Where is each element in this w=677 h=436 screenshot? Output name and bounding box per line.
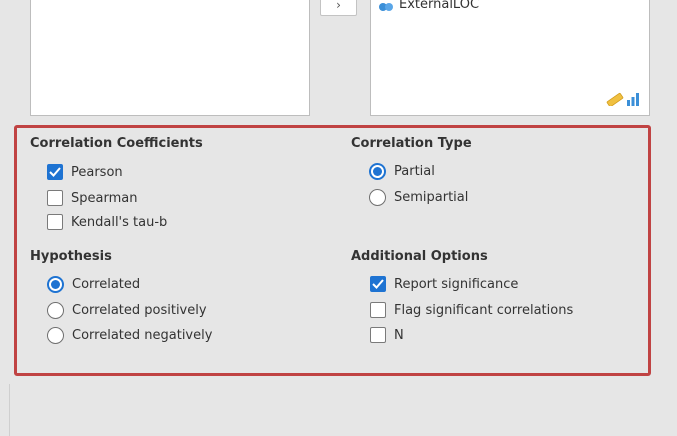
pearson-checkbox[interactable]: Pearson bbox=[47, 164, 123, 180]
checkbox-checked-icon bbox=[370, 276, 386, 292]
correlated-positively-radio[interactable]: Correlated positively bbox=[47, 302, 207, 319]
measure-type-badge bbox=[606, 92, 640, 110]
partial-radio[interactable]: Partial bbox=[369, 163, 435, 180]
kendall-checkbox[interactable]: Kendall's tau-b bbox=[47, 214, 167, 230]
spearman-checkbox[interactable]: Spearman bbox=[47, 190, 137, 206]
additional-options-heading: Additional Options bbox=[351, 249, 488, 264]
correlation-type-heading: Correlation Type bbox=[351, 136, 472, 151]
hypothesis-heading: Hypothesis bbox=[30, 249, 112, 264]
list-item[interactable]: ExternalLOC bbox=[378, 0, 480, 16]
flag-significant-label: Flag significant correlations bbox=[394, 302, 574, 318]
analysis-options-screen: › ExternalLOC Correlation Coefficients P… bbox=[0, 0, 677, 436]
bar-chart-icon bbox=[626, 92, 640, 110]
checkbox-empty-icon bbox=[370, 302, 386, 318]
kendall-label: Kendall's tau-b bbox=[71, 214, 168, 230]
n-checkbox[interactable]: N bbox=[370, 327, 404, 343]
correlated-negatively-radio[interactable]: Correlated negatively bbox=[47, 327, 212, 344]
n-label: N bbox=[394, 327, 404, 343]
continuous-variable-icon bbox=[378, 1, 394, 16]
ruler-icon bbox=[606, 92, 624, 110]
radio-selected-icon bbox=[369, 163, 386, 180]
move-arrow-icon: › bbox=[336, 0, 341, 12]
checkbox-empty-icon bbox=[370, 327, 386, 343]
list-item-label: ExternalLOC bbox=[399, 0, 480, 12]
correlated-negatively-label: Correlated negatively bbox=[72, 328, 213, 343]
correlated-label: Correlated bbox=[72, 277, 141, 292]
available-variables-list[interactable] bbox=[30, 0, 310, 116]
partial-label: Partial bbox=[394, 164, 435, 179]
divider bbox=[9, 384, 10, 436]
flag-significant-checkbox[interactable]: Flag significant correlations bbox=[370, 302, 573, 318]
correlated-positively-label: Correlated positively bbox=[72, 303, 207, 318]
checkbox-empty-icon bbox=[47, 190, 63, 206]
correlated-radio[interactable]: Correlated bbox=[47, 276, 140, 293]
radio-empty-icon bbox=[369, 189, 386, 206]
checkbox-empty-icon bbox=[47, 214, 63, 230]
pearson-label: Pearson bbox=[71, 164, 123, 180]
correlation-coefficients-heading: Correlation Coefficients bbox=[30, 136, 203, 151]
semipartial-radio[interactable]: Semipartial bbox=[369, 189, 468, 206]
radio-empty-icon bbox=[47, 327, 64, 344]
move-variable-button[interactable]: › bbox=[320, 0, 357, 16]
semipartial-label: Semipartial bbox=[394, 190, 469, 205]
report-significance-checkbox[interactable]: Report significance bbox=[370, 276, 518, 292]
spearman-label: Spearman bbox=[71, 190, 138, 206]
checkbox-checked-icon bbox=[47, 164, 63, 180]
radio-selected-icon bbox=[47, 276, 64, 293]
radio-empty-icon bbox=[47, 302, 64, 319]
report-significance-label: Report significance bbox=[394, 276, 519, 292]
